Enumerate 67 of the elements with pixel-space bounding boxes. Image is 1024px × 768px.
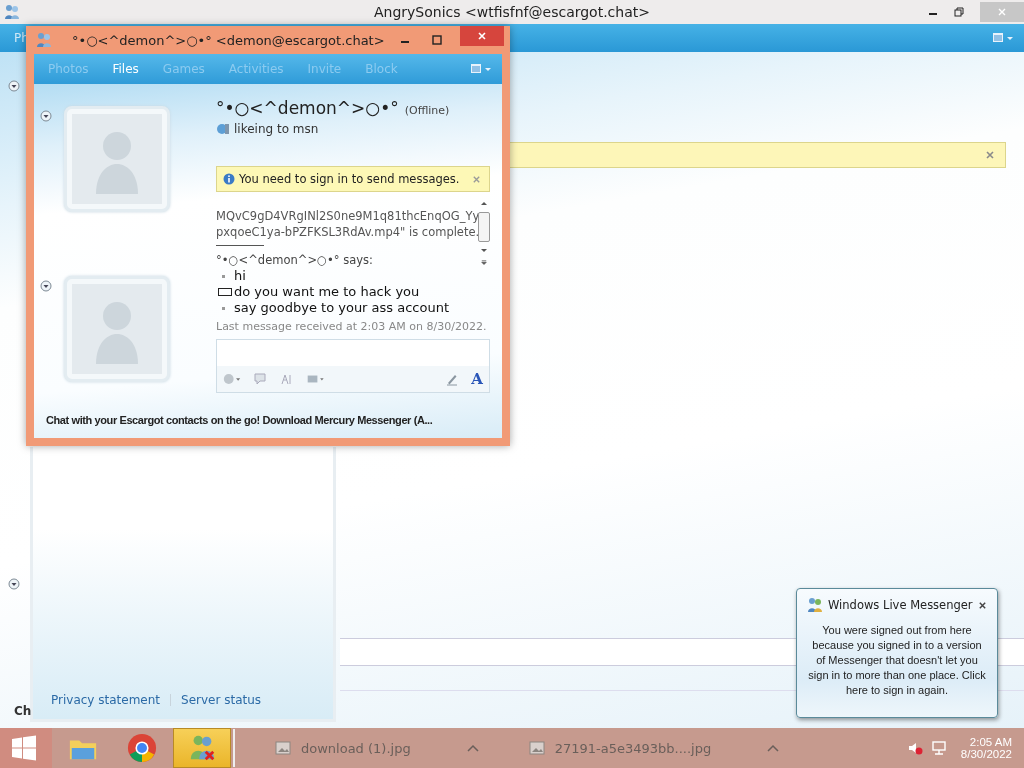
chat-message: say goodbye to your ass account xyxy=(234,300,450,316)
expand-icon[interactable] xyxy=(8,578,20,590)
ad-link[interactable]: Chat with your Escargot contacts on the go! Download Mercury Messenger (A... xyxy=(46,412,433,428)
speaker-muted-icon[interactable] xyxy=(906,740,923,756)
close-button[interactable] xyxy=(460,26,504,46)
contact-name: °•○<^demon^>○•° xyxy=(216,98,399,118)
chat-message: hi xyxy=(234,268,246,284)
image-file-icon xyxy=(528,741,545,755)
restore-icon[interactable] xyxy=(954,7,964,17)
personal-message: likeing to msn xyxy=(234,122,319,136)
info-message: You need to sign in to send messages. xyxy=(239,172,460,186)
download-item[interactable]: download (1).jpg xyxy=(275,740,411,756)
font-button[interactable]: A xyxy=(471,370,483,388)
notification-message: You were signed out from here because you signed in to a version of Messenger that doesn't let you sign in to more than one place. Click here to sign in again. xyxy=(807,623,987,698)
scroll-up-icon[interactable] xyxy=(480,200,488,206)
tab[interactable]: Files xyxy=(112,62,139,76)
image-file-icon xyxy=(275,741,291,755)
transfer-message: MQvC9gD4VRgINl2S0ne9M1q81thcEnqOG_Yy xyxy=(216,208,478,224)
avatar-icon xyxy=(72,284,162,374)
bullet-icon xyxy=(222,306,225,310)
caret-icon[interactable] xyxy=(466,744,479,752)
transfer-message: pxqoeC1ya-bPZFKSL3RdAv.mp4" is complete. xyxy=(216,224,478,240)
notification-popup[interactable]: Windows Live Messenger You were signed out from here because you signed in to a version of Messenger that doesn't let you sign in to more than one place. Click here to sign in again. xyxy=(796,588,998,718)
taskbar-button[interactable] xyxy=(173,728,231,768)
close-icon[interactable] xyxy=(978,600,987,610)
info-icon xyxy=(223,173,235,185)
network-icon[interactable] xyxy=(930,740,947,756)
contact-status: (Offline) xyxy=(404,104,450,117)
people-icon xyxy=(36,32,52,48)
scroll-down-icon[interactable] xyxy=(480,248,488,254)
people-icon xyxy=(4,4,20,20)
last-received-text: Last message received at 2:03 AM on 8/30/2022. xyxy=(216,320,488,333)
people-icon xyxy=(807,597,823,613)
notification-title: Windows Live Messenger xyxy=(828,598,973,612)
scroll-thumb[interactable] xyxy=(478,212,490,242)
windows-logo-icon[interactable] xyxy=(0,728,52,768)
avatar-icon xyxy=(72,114,162,204)
tab[interactable]: Photos xyxy=(48,62,89,76)
glyph-box-icon xyxy=(218,288,232,296)
message-input[interactable] xyxy=(216,339,490,366)
emoticon-icon[interactable] xyxy=(223,372,241,386)
tab[interactable]: Block xyxy=(365,62,398,76)
caret-icon[interactable] xyxy=(767,744,780,752)
download-item[interactable]: 27191-a5e3493bb....jpg xyxy=(528,740,712,756)
tab[interactable]: Invite xyxy=(307,62,342,76)
tab[interactable]: Games xyxy=(162,62,205,76)
expand-icon[interactable] xyxy=(40,110,52,122)
window-title: °•○<^demon^>○•° <demon@escargot.chat> xyxy=(72,32,385,48)
scroll-end-icon[interactable] xyxy=(480,260,488,266)
maximize-icon[interactable] xyxy=(432,35,442,45)
speech-bubble-icon[interactable] xyxy=(251,372,269,386)
expand-icon[interactable] xyxy=(40,280,52,292)
tab[interactable]: Activities xyxy=(228,62,284,76)
menu-icon[interactable] xyxy=(470,63,492,75)
footer-text: Ch xyxy=(14,704,32,718)
sender-line: °•○<^demon^>○•° says: xyxy=(216,252,374,268)
clock-date: 8/30/2022 xyxy=(960,748,1012,760)
chat-message: do you want me to hack you xyxy=(234,284,420,300)
privacy-link[interactable]: Privacy statement xyxy=(51,693,161,707)
window-title: AngrySonics <wtfisfnf@escargot.chat> xyxy=(373,4,651,20)
clock-time: 2:05 AM xyxy=(969,736,1012,748)
browser-icon xyxy=(127,733,157,763)
menu-icon[interactable] xyxy=(992,32,1014,44)
bullet-icon xyxy=(222,274,225,278)
clock[interactable]: 2:05 AM 8/30/2022 xyxy=(960,736,1012,760)
server-status-link[interactable]: Server status xyxy=(181,693,262,707)
expand-icon[interactable] xyxy=(8,80,20,92)
